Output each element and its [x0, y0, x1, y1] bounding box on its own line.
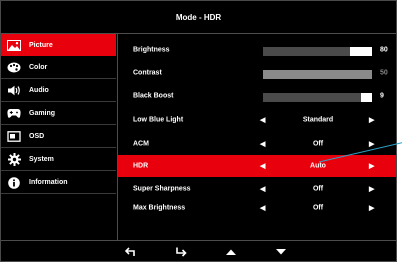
up-icon[interactable]	[223, 245, 239, 259]
arrow-left-icon[interactable]: ◀	[260, 162, 265, 170]
arrow-right-icon[interactable]: ▶	[369, 185, 374, 193]
sidebar-item-information[interactable]: Information	[1, 172, 116, 194]
sidebar-item-color[interactable]: Color	[1, 57, 116, 79]
gear-icon	[1, 153, 27, 166]
setting-label: ACM	[133, 140, 149, 148]
sidebar-item-picture[interactable]: Picture	[1, 34, 116, 56]
sidebar-item-label: Picture	[29, 41, 53, 49]
info-icon	[1, 176, 27, 189]
setting-label: Brightness	[133, 46, 170, 54]
setting-value: 9	[380, 92, 384, 100]
speaker-icon	[1, 85, 27, 96]
setting-brightness[interactable]: Brightness 80	[118, 39, 396, 61]
arrow-left-icon[interactable]: ◀	[260, 116, 265, 124]
sidebar-item-osd[interactable]: OSD	[1, 126, 116, 148]
setting-value: Standard	[302, 116, 334, 124]
sidebar-item-label: OSD	[29, 133, 45, 140]
sidebar-item-label: Information	[29, 179, 68, 186]
arrow-left-icon[interactable]: ◀	[260, 185, 265, 193]
sidebar-item-audio[interactable]: Audio	[1, 80, 116, 102]
menu-title: Mode - HDR	[1, 1, 396, 34]
palette-icon	[1, 62, 27, 73]
gamepad-icon	[1, 108, 27, 119]
arrow-right-icon[interactable]: ▶	[369, 204, 374, 212]
slider-fill	[263, 70, 318, 79]
arrow-right-icon[interactable]: ▶	[369, 116, 374, 124]
sidebar-item-label: Gaming	[29, 110, 56, 117]
slider-fill	[263, 47, 351, 56]
brightness-slider[interactable]	[263, 47, 372, 56]
setting-contrast[interactable]: Contrast 50	[118, 62, 396, 84]
setting-value: Off	[312, 204, 324, 212]
arrow-left-icon[interactable]: ◀	[260, 204, 265, 212]
down-icon[interactable]	[273, 245, 289, 259]
sidebar-item-label: Color	[29, 64, 48, 71]
picture-icon	[1, 39, 27, 51]
osd-window: Mode - HDR Picture Color Audio Gaming OS…	[0, 0, 397, 262]
back-icon[interactable]	[123, 245, 139, 259]
setting-label: Super Sharpness	[133, 185, 191, 193]
sidebar-item-gaming[interactable]: Gaming	[1, 103, 116, 125]
setting-label: Contrast	[133, 69, 162, 77]
setting-label: Low Blue Light	[133, 116, 184, 124]
setting-value: Off	[312, 185, 324, 193]
setting-value: 50	[380, 69, 388, 77]
sidebar-item-system[interactable]: System	[1, 149, 116, 171]
sidebar-item-label: System	[29, 156, 54, 163]
black-boost-slider[interactable]	[263, 93, 372, 102]
setting-value: 80	[380, 46, 388, 54]
setting-max-brightness[interactable]: Max Brightness ◀ Off ▶	[118, 197, 396, 219]
enter-icon[interactable]	[173, 245, 189, 259]
setting-low-blue-light[interactable]: Low Blue Light ◀ Standard ▶	[118, 109, 396, 131]
footer-nav	[1, 240, 396, 263]
slider-fill	[263, 93, 362, 102]
setting-black-boost[interactable]: Black Boost 9	[118, 85, 396, 107]
setting-label: Max Brightness	[133, 204, 186, 212]
osd-icon	[1, 131, 27, 142]
setting-label: Black Boost	[133, 92, 174, 100]
arrow-left-icon[interactable]: ◀	[260, 140, 265, 148]
sidebar-item-label: Audio	[29, 87, 49, 94]
callout-pointer-line	[318, 142, 402, 163]
setting-label: HDR	[133, 162, 149, 170]
contrast-slider[interactable]	[263, 70, 372, 79]
